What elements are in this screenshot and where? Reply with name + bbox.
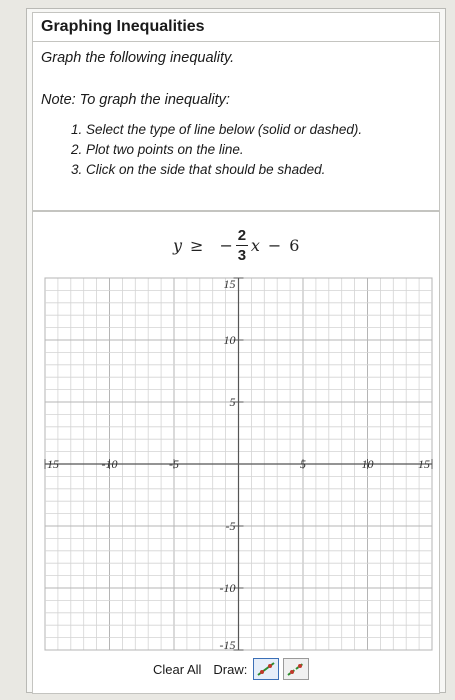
draw-label: Draw: (213, 661, 248, 677)
x-tick-label: 10 (362, 457, 374, 471)
y-tick-label: 10 (224, 333, 236, 347)
step-item: Select the type of line below (solid or … (86, 120, 431, 140)
equation-constant: 6 (289, 235, 300, 255)
page-title: Graphing Inequalities (32, 12, 440, 42)
dashed-line-tool-icon (287, 662, 305, 676)
clear-all-button[interactable]: Clear All (149, 660, 205, 679)
equation-variable: x (250, 235, 260, 255)
equation-fraction: 2 3 (235, 226, 248, 264)
x-tick-label: -10 (102, 457, 118, 471)
solid-line-tool-icon (257, 662, 275, 676)
step-item: Plot two points on the line. (86, 140, 431, 160)
x-tick-label: 5 (300, 457, 306, 471)
y-tick-label: 15 (224, 277, 236, 291)
fraction-denominator: 3 (237, 246, 247, 264)
equation-sign: − (219, 235, 233, 255)
graph-area: y ≥ − 2 3 x − 6 15 -10 -5 5 10 15 15 10 5 -5 -10 -1… (32, 211, 440, 694)
fraction-numerator: 2 (237, 226, 247, 244)
note-text: Note: To graph the inequality: (41, 92, 230, 108)
coordinate-grid[interactable]: 15 -10 -5 5 10 15 15 10 5 -5 -10 -15 (41, 274, 436, 654)
graph-toolbar: Clear All Draw: (149, 658, 313, 680)
x-tick-label: -5 (169, 457, 179, 471)
equation-lhs: y (173, 235, 183, 255)
y-tick-label: -10 (220, 581, 236, 595)
question-prompt: Graph the following inequality. (41, 50, 235, 66)
steps-list: Select the type of line below (solid or … (41, 120, 431, 180)
equation-constant-sign: − (267, 235, 282, 255)
y-tick-label: 5 (230, 395, 236, 409)
question-panel: Graphing Inequalities Graph the followin… (26, 8, 446, 694)
instructions-box: Graph the following inequality. Note: To… (32, 41, 440, 211)
x-tick-label: 15 (418, 457, 430, 471)
inequality-equation: y ≥ − 2 3 x − 6 (173, 220, 299, 270)
dashed-line-tool-button[interactable] (283, 658, 310, 680)
solid-line-tool-button[interactable] (253, 658, 280, 680)
y-tick-label: -15 (220, 638, 236, 652)
y-tick-label: -5 (226, 519, 236, 533)
equation-relation: ≥ (190, 235, 204, 255)
x-tick-label: 15 (47, 457, 59, 471)
step-item: Click on the side that should be shaded. (86, 160, 431, 180)
